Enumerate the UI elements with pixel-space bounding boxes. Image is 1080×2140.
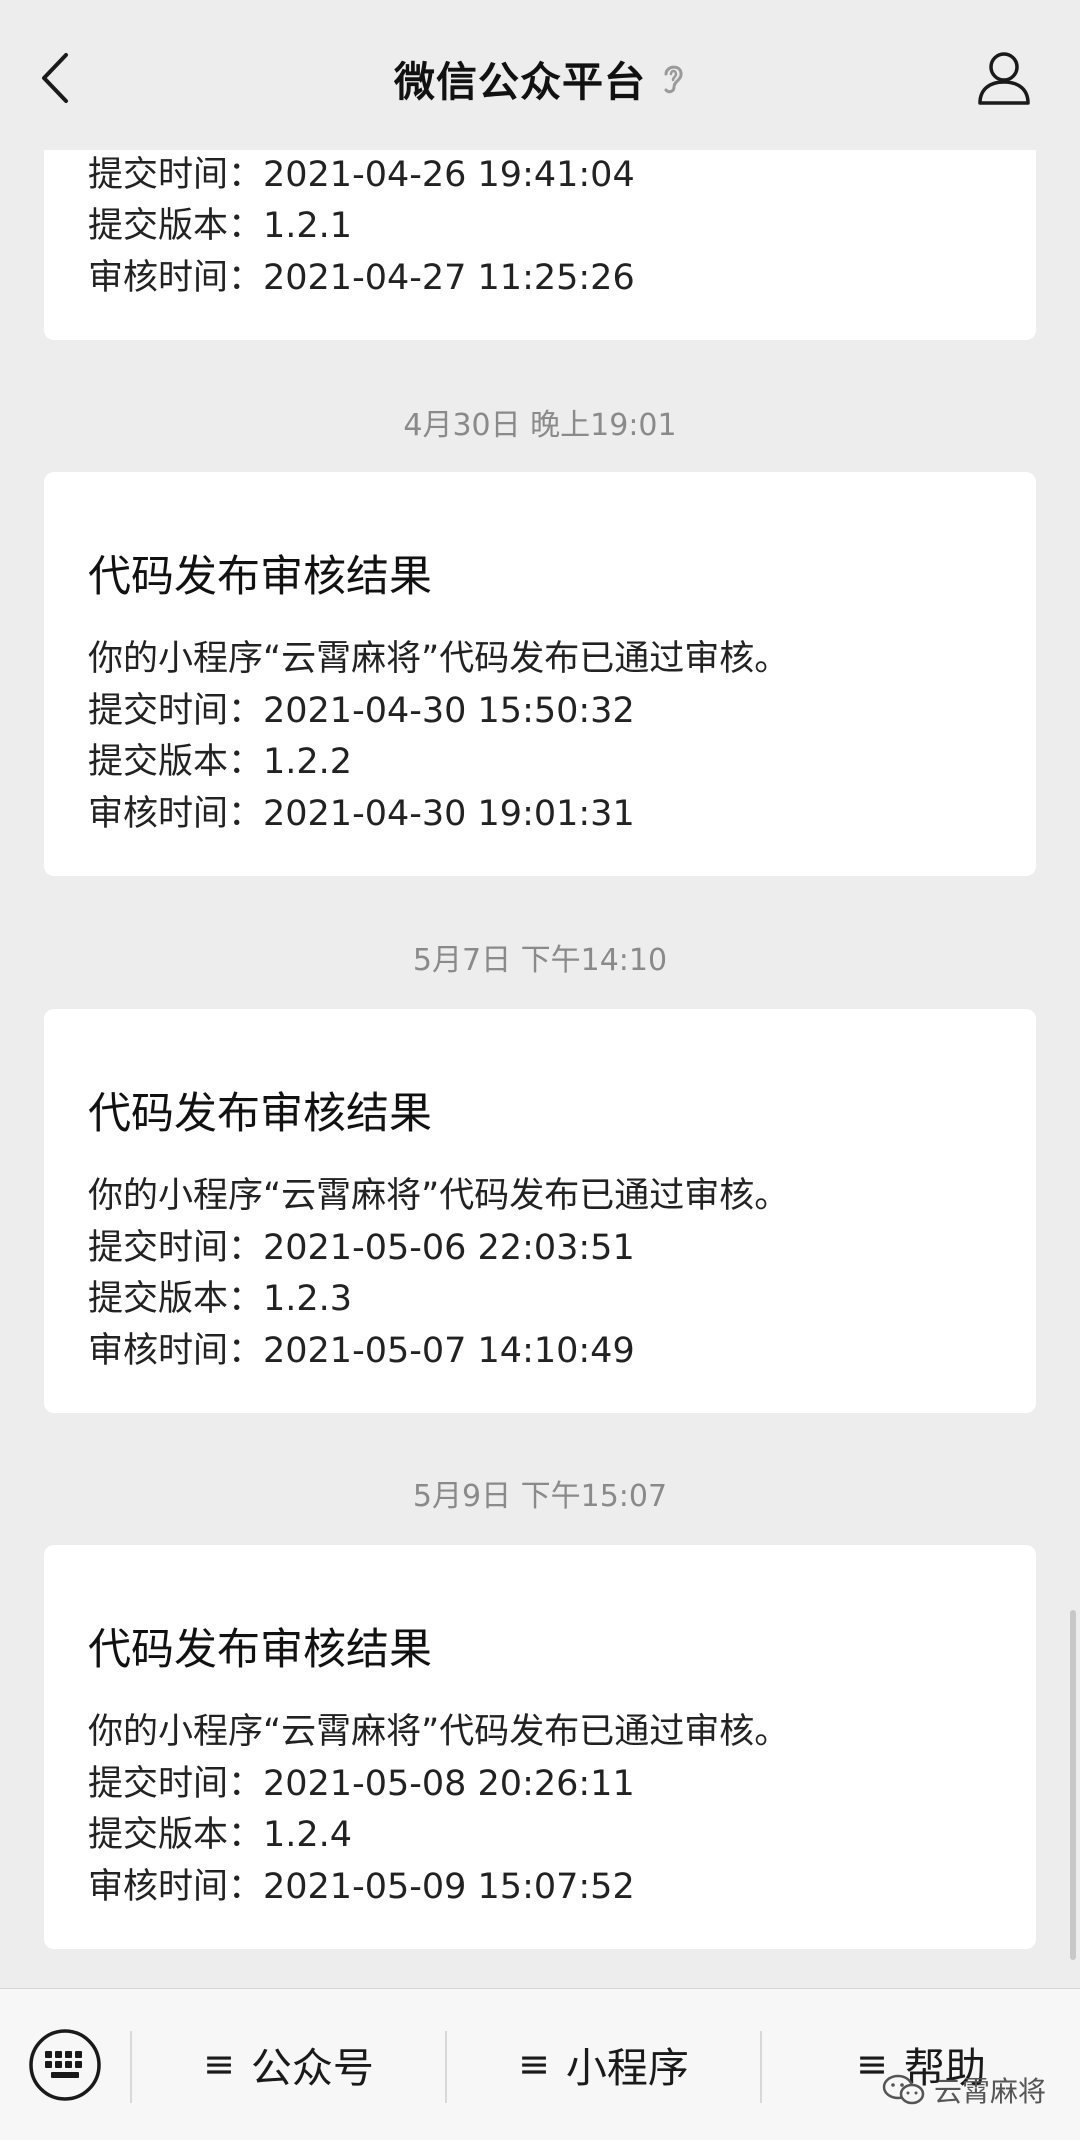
review-time-line: 审核时间：2021-04-30 19:01:31 bbox=[88, 794, 635, 834]
review-time-line: 审核时间：2021-05-09 15:07:52 bbox=[88, 1867, 635, 1907]
submit-time-line: 提交时间：2021-04-26 19:41:04 bbox=[88, 155, 635, 195]
review-time-line: 审核时间：2021-04-27 11:25:26 bbox=[88, 258, 635, 298]
menu-item-xiaochengxu[interactable]: ≡ 小程序 bbox=[447, 2019, 760, 2109]
message-title: 代码发布审核结果 bbox=[88, 552, 432, 602]
submit-version-line: 提交版本：1.2.3 bbox=[88, 1279, 353, 1319]
watermark-text: 云霄麻将 bbox=[933, 2075, 1046, 2108]
menu-item-gongzhonghao[interactable]: ≡ 公众号 bbox=[132, 2019, 445, 2109]
submit-version-line: 提交版本：1.2.4 bbox=[88, 1815, 353, 1855]
submit-version-line: 提交版本：1.2.2 bbox=[88, 742, 353, 782]
message-timestamp: 4月30日 晚上19:01 bbox=[403, 408, 677, 443]
scrollbar[interactable] bbox=[1070, 1610, 1076, 1960]
message-title: 代码发布审核结果 bbox=[88, 1625, 432, 1675]
submit-version-line: 提交版本：1.2.1 bbox=[88, 206, 353, 246]
menu-item-label: 公众号 bbox=[250, 2044, 374, 2092]
page-title: 微信公众平台 bbox=[394, 58, 646, 106]
message-body-line: 你的小程序“云霄麻将”代码发布已通过审核。 bbox=[88, 1176, 790, 1216]
menu-list-icon: ≡ bbox=[203, 2042, 235, 2086]
profile-button[interactable] bbox=[974, 48, 1034, 108]
message-body-line: 你的小程序“云霄麻将”代码发布已通过审核。 bbox=[88, 1712, 790, 1752]
message-timestamp: 5月7日 下午14:10 bbox=[412, 943, 668, 978]
message-card[interactable]: 代码发布审核结果 你的小程序“云霄麻将”代码发布已通过审核。 提交时间：2021… bbox=[44, 1009, 1036, 1413]
review-time-line: 审核时间：2021-05-07 14:10:49 bbox=[88, 1331, 635, 1371]
watermark: 云霄麻将 bbox=[882, 2070, 1046, 2110]
top-nav-bar: 微信公众平台 bbox=[0, 0, 1080, 150]
message-timestamp: 5月9日 下午15:07 bbox=[412, 1479, 668, 1514]
keyboard-icon bbox=[29, 2029, 101, 2101]
menu-list-icon: ≡ bbox=[518, 2042, 550, 2086]
submit-time-line: 提交时间：2021-05-08 20:26:11 bbox=[88, 1764, 635, 1804]
message-body-line: 你的小程序“云霄麻将”代码发布已通过审核。 bbox=[88, 639, 790, 679]
bottom-menu-bar: ≡ 公众号 ≡ 小程序 ≡ 帮助 bbox=[0, 1988, 1080, 2140]
submit-time-line: 提交时间：2021-05-06 22:03:51 bbox=[88, 1228, 635, 1268]
keyboard-toggle-button[interactable] bbox=[27, 2027, 103, 2103]
wechat-icon bbox=[882, 2074, 925, 2105]
menu-item-label: 小程序 bbox=[565, 2044, 689, 2092]
ear-icon bbox=[660, 60, 686, 96]
message-title: 代码发布审核结果 bbox=[88, 1089, 432, 1139]
person-icon bbox=[978, 52, 1030, 105]
message-card[interactable]: 代码发布审核结果 你的小程序“云霄麻将”代码发布已通过审核。 提交时间：2021… bbox=[44, 472, 1036, 876]
submit-time-line: 提交时间：2021-04-30 15:50:32 bbox=[88, 691, 635, 731]
message-card[interactable]: 代码发布审核结果 你的小程序“云霄麻将”代码发布已通过审核。 提交时间：2021… bbox=[44, 1545, 1036, 1949]
